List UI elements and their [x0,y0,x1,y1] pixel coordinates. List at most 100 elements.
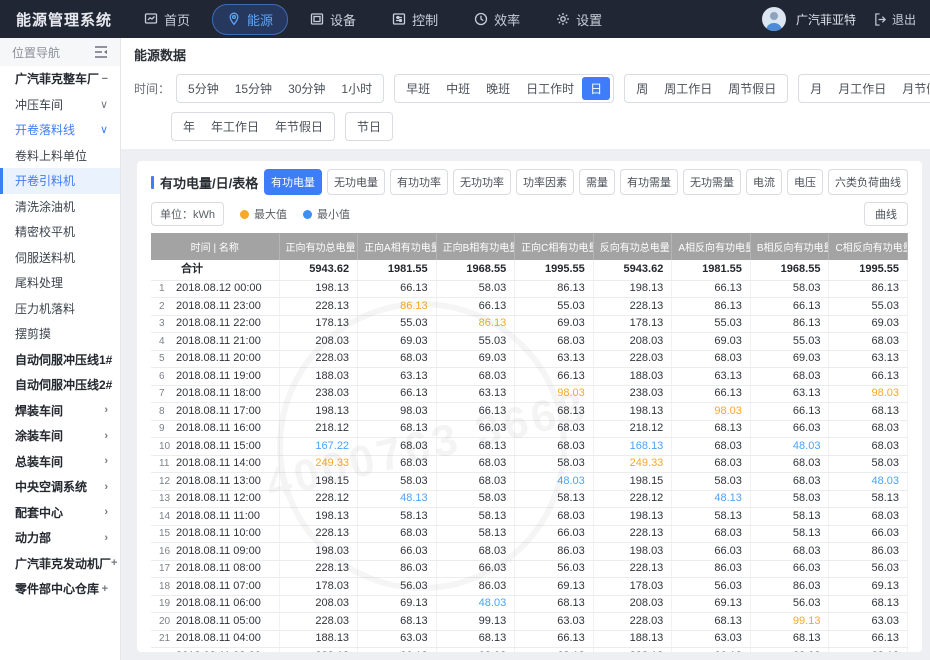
curve-button[interactable]: 曲线 [864,202,908,226]
tab-无功功率[interactable]: 无功功率 [453,169,511,195]
tab-需量[interactable]: 需量 [579,169,615,195]
filter-button[interactable]: 周工作日 [656,77,720,100]
nav-item-4[interactable]: 控制 [378,5,452,34]
sum-value-cell: 1968.55 [750,260,829,280]
filter-button[interactable]: 晚班 [478,77,518,100]
tab-六类负荷曲线[interactable]: 六类负荷曲线 [828,169,908,195]
sidebar-item-10[interactable]: 压力机落料 [0,296,120,322]
time-cell: 62018.08.11 19:00 [151,368,279,386]
filter-button[interactable]: 周 [628,77,656,100]
nav-item-label: 首页 [164,10,190,29]
tab-电流[interactable]: 电流 [746,169,782,195]
filter-row-2: 年年工作日年节假日节日 [134,112,916,141]
value-cell: 208.03 [279,595,358,613]
value-cell: 68.13 [829,648,908,653]
filter-button[interactable]: 日工作时 [518,77,582,100]
time-cell: 122018.08.11 13:00 [151,473,279,491]
tab-电压[interactable]: 电压 [787,169,823,195]
filter-button[interactable]: 年工作日 [203,115,267,138]
sidebar-item-20[interactable]: 广汽菲克发动机厂+ [0,551,120,577]
sidebar-item-14[interactable]: 焊装车间› [0,398,120,424]
value-cell: 56.03 [515,560,594,578]
filter-button[interactable]: 月 [802,77,830,100]
value-cell: 198.15 [593,473,672,491]
tab-功率因素[interactable]: 功率因素 [516,169,574,195]
sidebar-item-9[interactable]: 尾料处理 [0,270,120,296]
minus-icon: − [102,73,108,85]
filter-button[interactable]: 月节假日 [894,77,930,100]
filter-button[interactable]: 5分钟 [180,77,227,100]
sidebar-item-16[interactable]: 总装车间› [0,449,120,475]
value-cell: 66.03 [750,560,829,578]
nav-item-5[interactable]: 效率 [460,5,534,34]
sidebar-item-17[interactable]: 中央空调系统› [0,474,120,500]
value-cell: 68.03 [672,350,751,368]
nav-item-2[interactable]: 能源 [212,4,288,35]
filter-group-2-2: 节日 [345,112,393,141]
filter-button[interactable]: 年 [175,115,203,138]
sidebar-item-18[interactable]: 配套中心› [0,500,120,526]
sidebar-item-13[interactable]: 自动伺服冲压线2# [0,372,120,398]
value-cell: 178.03 [593,578,672,596]
time-cell: 22018.08.11 23:00 [151,298,279,316]
menu-fold-icon[interactable] [94,46,108,58]
sidebar-item-4[interactable]: 卷料上料单位 [0,143,120,169]
row-number: 7 [159,387,176,401]
nav-item-6[interactable]: 设置 [542,5,616,34]
sidebar-item-5[interactable]: 开卷引料机 [0,168,120,194]
sidebar-item-11[interactable]: 摆剪摸 [0,321,120,347]
logout-button[interactable]: 退出 [874,11,916,28]
sidebar-item-7[interactable]: 精密校平机 [0,219,120,245]
nav-item-3[interactable]: 设备 [296,5,370,34]
sidebar-item-8[interactable]: 伺服送料机 [0,245,120,271]
row-number: 2 [159,300,176,314]
sidebar-item-19[interactable]: 动力部› [0,525,120,551]
filter-button[interactable]: 早班 [398,77,438,100]
sum-value-cell: 1981.55 [672,260,751,280]
home-icon [144,12,158,26]
tab-有功功率[interactable]: 有功功率 [390,169,448,195]
nav-item-1[interactable]: 首页 [130,5,204,34]
filter-button[interactable]: 15分钟 [227,77,280,100]
sidebar-item-label: 广汽菲克整车厂 [15,70,99,87]
value-cell: 48.13 [358,490,437,508]
sidebar-item-3[interactable]: 开卷落料线∨ [0,117,120,143]
sidebar-header: 位置导航 [0,38,120,66]
row-number: 8 [159,405,176,419]
value-cell: 68.13 [358,420,437,438]
row-time: 2018.08.11 13:00 [176,475,261,487]
user-avatar[interactable] [762,7,786,31]
sidebar-item-12[interactable]: 自动伺服冲压线1# [0,347,120,373]
value-cell: 188.03 [593,368,672,386]
filter-button[interactable]: 年节假日 [267,115,331,138]
tab-无功电量[interactable]: 无功电量 [327,169,385,195]
filter-button[interactable]: 节日 [349,115,389,138]
filter-button[interactable]: 月工作日 [830,77,894,100]
value-cell: 86.03 [358,560,437,578]
navbar-right: 广汽菲亚特 退出 [762,7,930,31]
tab-有功电量[interactable]: 有功电量 [264,169,322,195]
value-cell: 69.03 [358,333,437,351]
value-cell: 66.03 [829,525,908,543]
sidebar-item-1[interactable]: 广汽菲克整车厂− [0,66,120,92]
value-cell: 68.03 [515,438,594,456]
filter-button[interactable]: 30分钟 [280,77,333,100]
filter-button[interactable]: 周节假日 [720,77,784,100]
sidebar-item-6[interactable]: 清洗涂油机 [0,194,120,220]
sidebar-item-15[interactable]: 涂装车间› [0,423,120,449]
time-cell: 32018.08.11 22:00 [151,315,279,333]
tab-无功需量[interactable]: 无功需量 [683,169,741,195]
sidebar-item-label: 摆剪摸 [15,325,51,342]
value-cell: 86.03 [436,578,515,596]
value-cell: 66.03 [436,560,515,578]
table-header-row: 时间 | 名称正向有功总电量正向A相有功电量正向B相有功电量正向C相有功电量反向… [151,233,908,260]
sidebar-item-2[interactable]: 冲压车间∨ [0,92,120,118]
value-cell: 228.12 [279,490,358,508]
value-cell: 58.03 [436,280,515,298]
filter-button[interactable]: 日 [582,77,610,100]
filter-button[interactable]: 1小时 [333,77,380,100]
table-row: 132018.08.11 12:00228.1248.1358.0358.132… [151,490,908,508]
filter-button[interactable]: 中班 [438,77,478,100]
sidebar-item-21[interactable]: 零件部中心仓库+ [0,576,120,602]
tab-有功需量[interactable]: 有功需量 [620,169,678,195]
